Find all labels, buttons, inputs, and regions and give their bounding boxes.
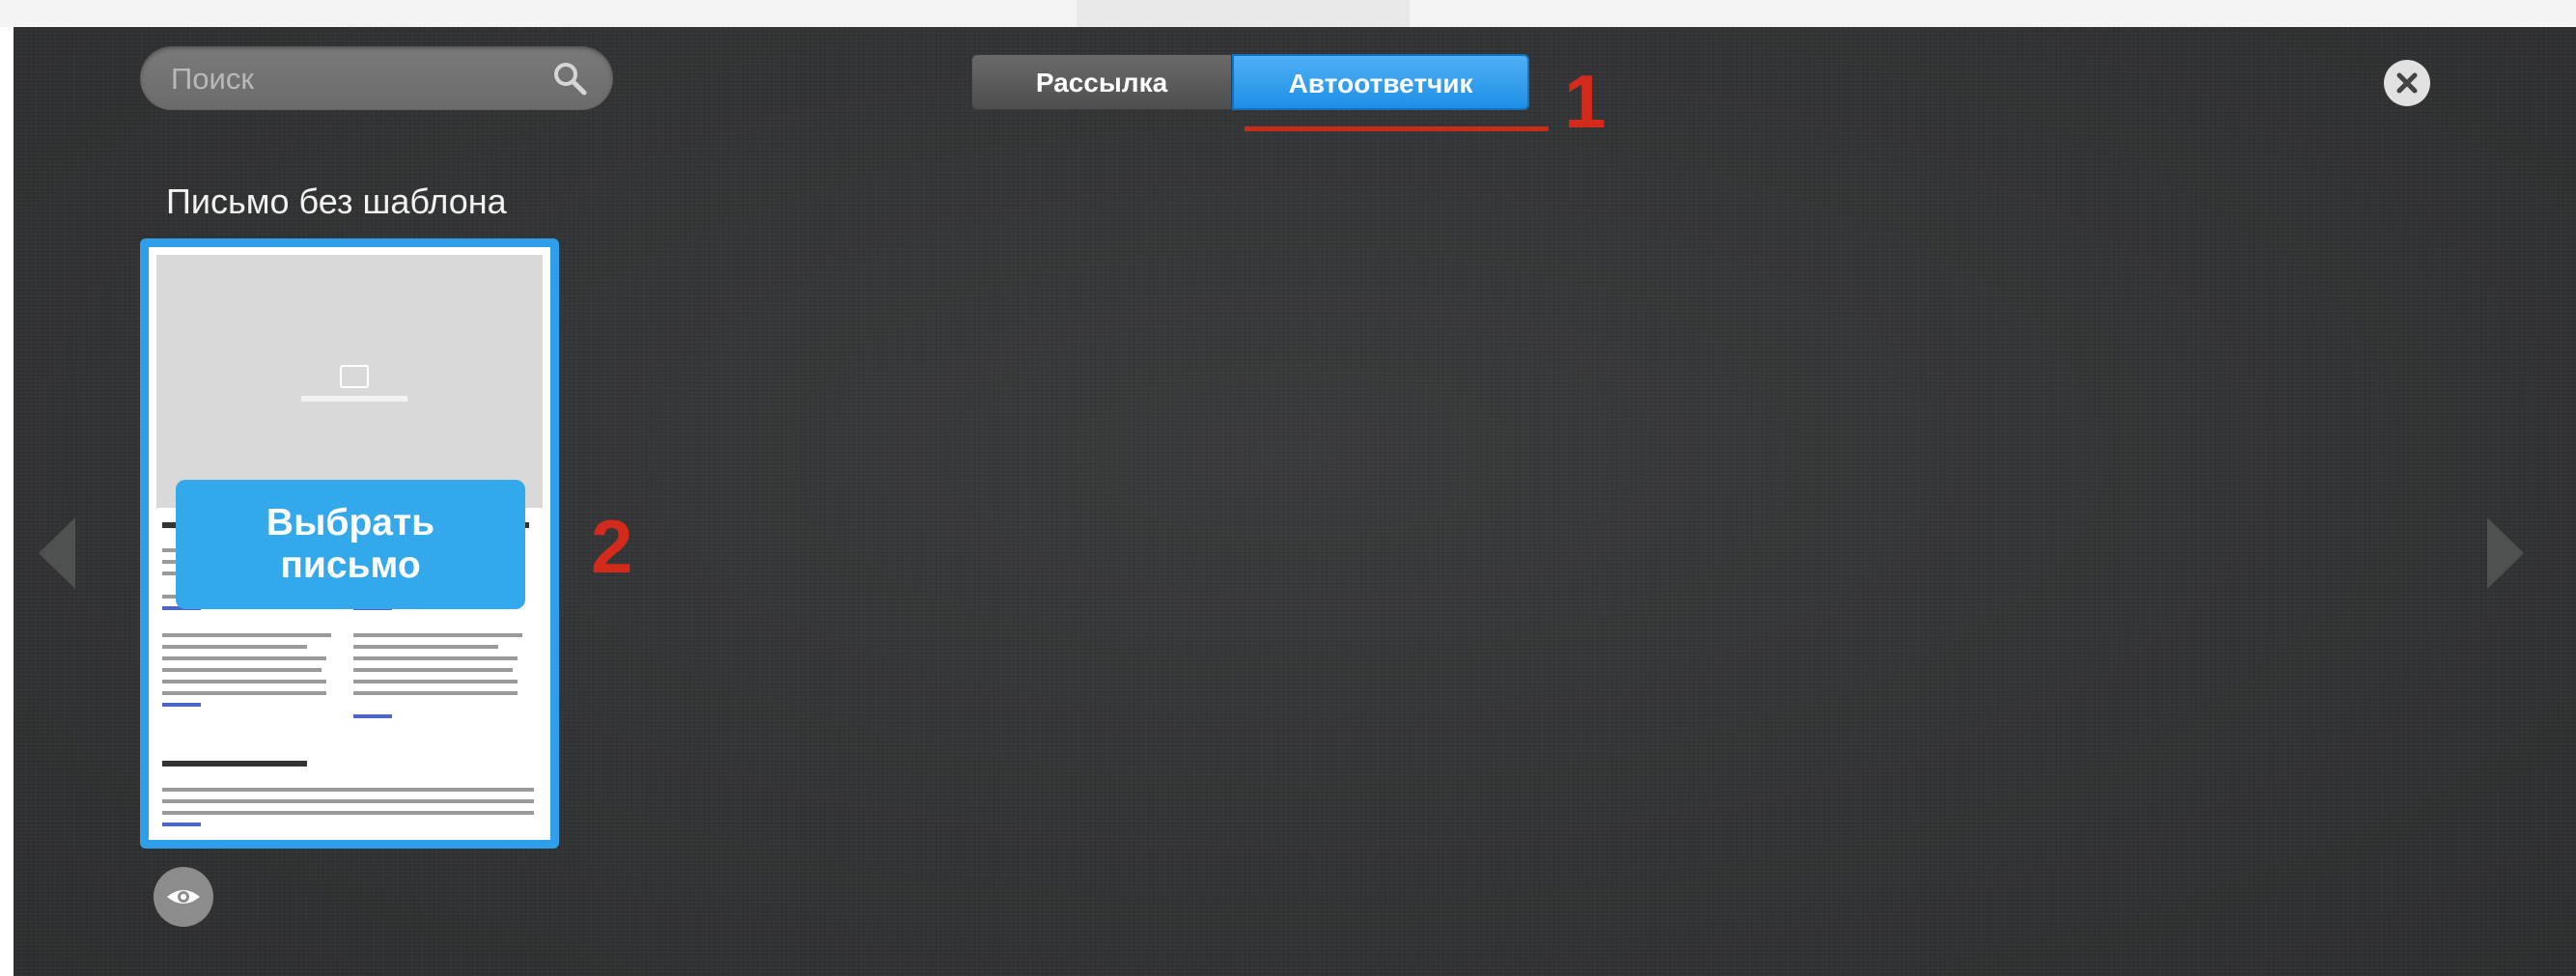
preview-link	[162, 823, 201, 826]
image-placeholder-icon	[340, 365, 369, 388]
preview-text-line	[353, 691, 518, 695]
preview-text-line	[353, 645, 498, 649]
preview-button[interactable]	[154, 867, 213, 927]
annotation-number-2: 2	[591, 504, 633, 589]
tab-autoresponder[interactable]: Автоответчик	[1232, 54, 1529, 110]
preview-text-line	[162, 645, 307, 649]
preview-text-line	[162, 656, 326, 660]
chevron-right-icon[interactable]	[2487, 517, 2524, 589]
annotation-underline	[1245, 126, 1549, 131]
preview-text-line	[162, 668, 322, 672]
preview-text-line	[353, 680, 518, 683]
close-button[interactable]	[2384, 60, 2430, 106]
preview-text-line	[162, 799, 534, 803]
image-placeholder	[156, 255, 543, 508]
preview-link	[162, 703, 201, 707]
preview-link	[353, 714, 392, 718]
preview-text-line	[162, 680, 326, 683]
search-input[interactable]	[169, 46, 540, 112]
preview-text-line	[353, 668, 513, 672]
annotation-number-1: 1	[1564, 59, 1607, 144]
preview-text-line	[353, 633, 522, 637]
preview-text-line	[162, 811, 534, 815]
chevron-left-icon[interactable]	[39, 517, 75, 589]
browser-top-strip	[0, 0, 2576, 27]
preview-heading	[162, 761, 307, 767]
close-icon	[2396, 72, 2418, 94]
eye-icon	[167, 890, 200, 904]
search-icon[interactable]	[551, 60, 588, 97]
choose-letter-line2: письмо	[280, 544, 421, 586]
tab-mailing[interactable]: Рассылка	[971, 54, 1232, 110]
preview-text-line	[162, 633, 331, 637]
section-title: Письмо без шаблона	[166, 181, 507, 221]
preview-text-line	[162, 788, 534, 792]
top-strip-highlight	[1077, 0, 1410, 27]
search-box[interactable]	[140, 46, 613, 112]
preview-text-line	[162, 691, 326, 695]
choose-letter-line1: Выбрать	[266, 502, 435, 544]
mode-tabs: Рассылка Автоответчик	[971, 54, 1529, 110]
preview-text-line	[353, 656, 518, 660]
image-placeholder-caption	[301, 396, 407, 402]
choose-letter-button[interactable]: Выбрать письмо	[176, 480, 525, 609]
